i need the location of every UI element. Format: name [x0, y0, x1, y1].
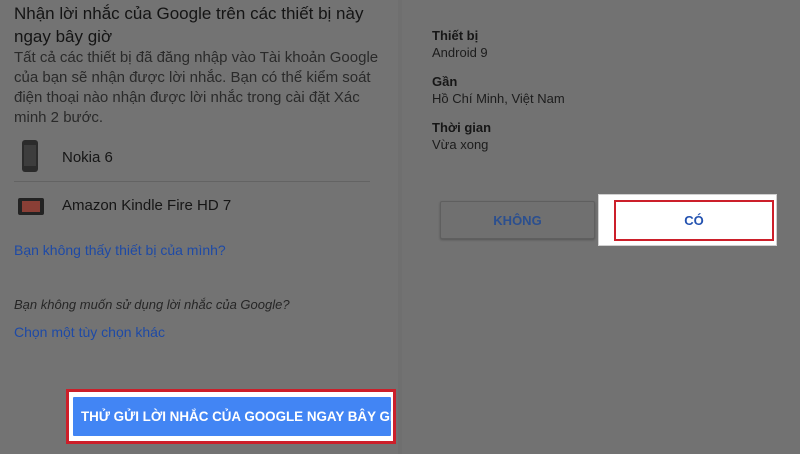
no-button[interactable]: KHÔNG — [440, 201, 595, 239]
send-prompt-button[interactable]: THỬ GỬI LỜI NHẮC CỦA GOOGLE NGAY BÂY GIỜ — [73, 397, 391, 436]
device-name: Nokia 6 — [62, 149, 113, 166]
other-option-link[interactable]: Chọn một tùy chọn khác — [14, 323, 165, 341]
divider — [14, 181, 370, 182]
yes-button[interactable]: CÓ — [614, 200, 774, 241]
prompt-heading: Nhận lời nhắc của Google trên các thiết … — [14, 4, 364, 46]
location-value: Hồ Chí Minh, Việt Nam — [432, 91, 565, 106]
phone-icon — [22, 140, 38, 172]
device-item-nokia: Nokia 6 — [0, 136, 370, 176]
time-info: Thời gian Vừa xong — [432, 120, 491, 153]
prompt-description: Tất cả các thiết bị đã đăng nhập vào Tài… — [14, 49, 379, 126]
location-info: Gần Hồ Chí Minh, Việt Nam — [432, 74, 565, 107]
device-label: Thiết bị — [432, 28, 479, 43]
tablet-icon — [18, 198, 44, 215]
missing-device-link[interactable]: Bạn không thấy thiết bị của mình? — [14, 241, 226, 259]
device-item-kindle: Amazon Kindle Fire HD 7 — [0, 186, 370, 226]
location-label: Gần — [432, 74, 458, 89]
time-value: Vừa xong — [432, 137, 489, 152]
device-info: Thiết bị Android 9 — [432, 28, 488, 61]
right-panel: Thiết bị Android 9 Gần Hồ Chí Minh, Việt… — [402, 0, 800, 454]
device-name: Amazon Kindle Fire HD 7 — [62, 197, 232, 214]
other-option-question: Bạn không muốn sử dụng lời nhắc của Goog… — [14, 297, 290, 312]
left-panel: Nhận lời nhắc của Google trên các thiết … — [0, 0, 398, 454]
time-label: Thời gian — [432, 120, 492, 135]
device-value: Android 9 — [432, 45, 488, 60]
